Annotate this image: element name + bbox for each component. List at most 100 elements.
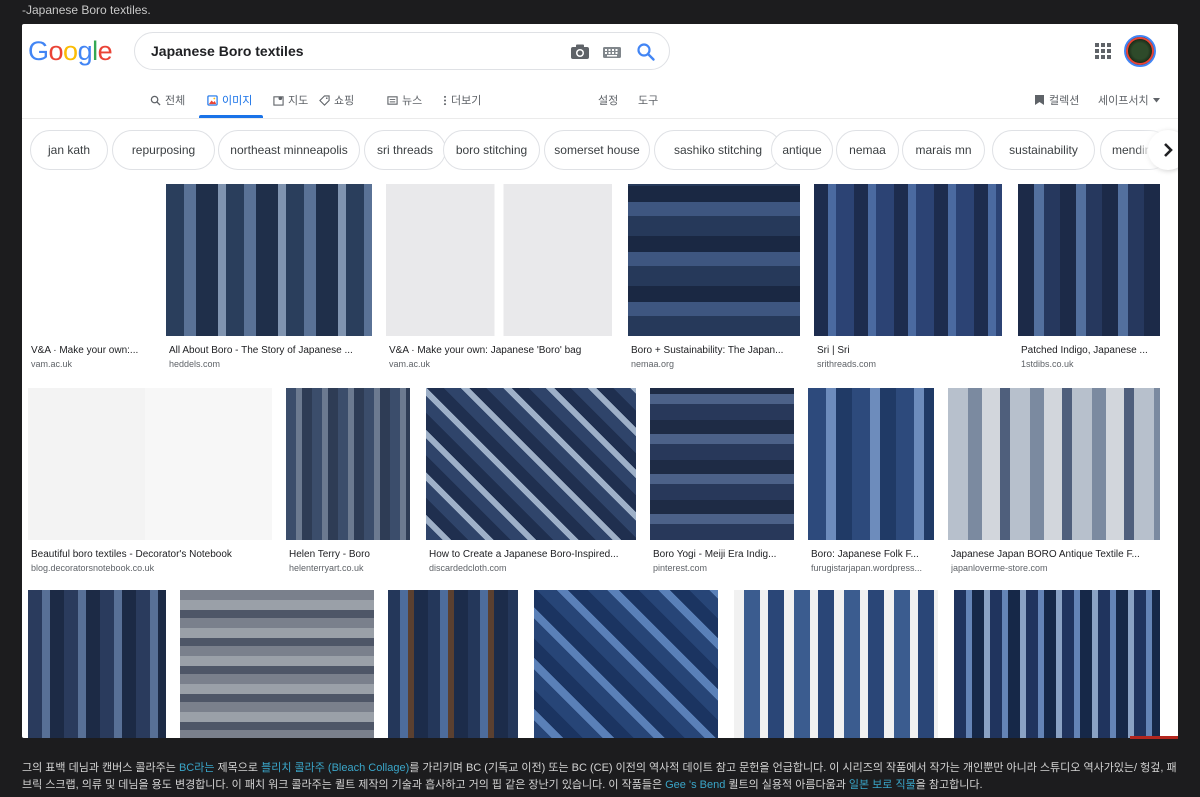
tab-news[interactable]: 뉴스 (387, 92, 422, 108)
result-title[interactable]: Japanese Japan BORO Antique Textile F... (951, 549, 1159, 560)
image-result[interactable]: Helen Terry - Boro helenterryart.co.uk (286, 388, 410, 576)
result-site: discardedcloth.com (429, 563, 507, 573)
chip-related-search[interactable]: nemaa (836, 130, 899, 170)
image-result[interactable] (388, 590, 518, 738)
result-thumbnail[interactable] (166, 184, 372, 336)
settings-link[interactable]: 설정 (598, 92, 618, 108)
result-site: 1stdibs.co.uk (1021, 359, 1074, 369)
tools-link[interactable]: 도구 (638, 92, 658, 108)
search-input[interactable]: Japanese Boro textiles (151, 43, 304, 59)
google-logo[interactable]: Google (28, 36, 113, 67)
result-thumbnail[interactable] (734, 590, 938, 738)
image-result[interactable]: All About Boro - The Story of Japanese .… (166, 184, 372, 372)
image-result[interactable] (28, 590, 166, 738)
tab-images[interactable]: 이미지 (207, 92, 252, 108)
image-result[interactable]: Beautiful boro textiles - Decorator's No… (28, 388, 272, 576)
chip-related-search[interactable]: somerset house (544, 130, 650, 170)
chip-related-search[interactable]: marais mn (902, 130, 985, 170)
paragraph-link[interactable]: 블리치 콜라주 (Bleach Collage) (261, 762, 409, 774)
tab-maps[interactable]: 지도 (273, 92, 308, 108)
logo-letter: e (97, 36, 113, 66)
image-result[interactable] (180, 590, 374, 738)
nav-divider (22, 118, 1178, 119)
result-thumbnail[interactable] (180, 590, 374, 738)
tab-label: 전체 (165, 95, 186, 107)
result-title[interactable]: Boro Yogi - Meiji Era Indig... (653, 549, 793, 560)
apps-grid-icon[interactable] (1094, 42, 1112, 60)
result-thumbnail[interactable] (426, 388, 636, 540)
safesearch-dropdown[interactable]: 세이프서치 (1098, 92, 1160, 108)
search-box[interactable]: Japanese Boro textiles (134, 32, 670, 70)
chip-related-search[interactable]: sustainability (992, 130, 1095, 170)
image-result[interactable]: Boro Yogi - Meiji Era Indig... pinterest.… (650, 388, 794, 576)
result-thumbnail[interactable] (1018, 184, 1160, 336)
chip-related-search[interactable]: northeast minneapolis (218, 130, 360, 170)
result-title[interactable]: Boro: Japanese Folk F... (811, 549, 933, 560)
result-title[interactable]: Sri | Sri (817, 345, 1001, 356)
chip-related-search[interactable]: sri threads (364, 130, 446, 170)
tab-all[interactable]: 전체 (150, 92, 185, 108)
result-title[interactable]: V&A · Make your own:... (31, 345, 149, 356)
result-thumbnail[interactable] (286, 388, 410, 540)
result-site: vam.ac.uk (389, 359, 431, 369)
image-result[interactable] (954, 590, 1160, 738)
tab-shopping[interactable]: 쇼핑 (319, 92, 354, 108)
result-title[interactable]: Helen Terry - Boro (289, 549, 409, 560)
result-thumbnail[interactable] (28, 184, 150, 336)
chip-related-search[interactable]: repurposing (112, 130, 215, 170)
result-thumbnail[interactable] (814, 184, 1002, 336)
image-result[interactable]: Boro: Japanese Folk F... furugistarjapan.… (808, 388, 934, 576)
image-result[interactable]: Japanese Japan BORO Antique Textile F...… (948, 388, 1160, 576)
chip-related-search[interactable]: antique (771, 130, 833, 170)
result-thumbnail[interactable] (650, 388, 794, 540)
map-pin-icon (273, 95, 284, 106)
result-title[interactable]: Patched Indigo, Japanese ... (1021, 345, 1159, 356)
result-site: blog.decoratorsnotebook.co.uk (31, 563, 155, 573)
result-thumbnail[interactable] (534, 590, 718, 738)
image-result[interactable] (534, 590, 718, 738)
result-title[interactable]: Boro + Sustainability: The Japan... (631, 345, 799, 356)
chevron-right-icon (1164, 143, 1173, 157)
image-result[interactable]: Boro + Sustainability: The Japan... nemaa… (628, 184, 800, 372)
logo-letter: g (77, 36, 93, 66)
result-thumbnail[interactable] (628, 184, 800, 336)
paragraph-text: 제목으로 (214, 762, 262, 774)
collections-link[interactable]: 컬렉션 (1034, 92, 1079, 108)
result-thumbnail[interactable] (28, 388, 272, 540)
result-thumbnail[interactable] (28, 590, 166, 738)
result-title[interactable]: V&A · Make your own: Japanese 'Boro' bag (389, 345, 611, 356)
result-title[interactable]: All About Boro - The Story of Japanese .… (169, 345, 369, 356)
tab-more[interactable]: 더보기 (443, 92, 481, 108)
tab-label: 쇼핑 (334, 95, 355, 107)
chip-related-search[interactable]: sashiko stitching (654, 130, 782, 170)
result-thumbnail[interactable] (808, 388, 934, 540)
search-icon[interactable] (635, 41, 657, 63)
chip-related-search[interactable]: jan kath (30, 130, 108, 170)
result-thumbnail[interactable] (954, 590, 1160, 738)
result-title[interactable]: Beautiful boro textiles - Decorator's No… (31, 549, 271, 560)
news-icon (387, 95, 398, 105)
result-thumbnail[interactable] (948, 388, 1160, 540)
paragraph-link[interactable]: Gee 's Bend (665, 779, 725, 791)
paragraph-link[interactable]: 일본 보로 직물 (849, 779, 916, 791)
result-thumbnail[interactable] (388, 590, 518, 738)
paragraph-link[interactable]: BC라는 (179, 762, 215, 774)
account-avatar[interactable] (1124, 35, 1156, 67)
result-site: pinterest.com (653, 563, 708, 573)
image-result[interactable]: Patched Indigo, Japanese ... 1stdibs.co.u… (1018, 184, 1160, 372)
chip-related-search[interactable]: boro stitching (443, 130, 540, 170)
image-result[interactable]: V&A · Make your own: Japanese 'Boro' bag… (386, 184, 612, 372)
search-icon (150, 95, 161, 106)
image-result[interactable]: How to Create a Japanese Boro-Inspired..… (426, 388, 636, 576)
image-result[interactable]: V&A · Make your own:... vam.ac.uk (28, 184, 150, 372)
image-icon (207, 94, 218, 106)
tab-label: 이미지 (222, 95, 253, 107)
logo-letter: o (63, 36, 78, 66)
result-title[interactable]: How to Create a Japanese Boro-Inspired..… (429, 549, 635, 560)
image-result[interactable] (734, 590, 938, 738)
result-site: nemaa.org (631, 359, 675, 369)
image-result[interactable]: Sri | Sri srithreads.com (814, 184, 1002, 372)
camera-icon[interactable] (569, 41, 591, 63)
result-thumbnail[interactable] (386, 184, 612, 336)
keyboard-icon[interactable] (601, 41, 623, 63)
